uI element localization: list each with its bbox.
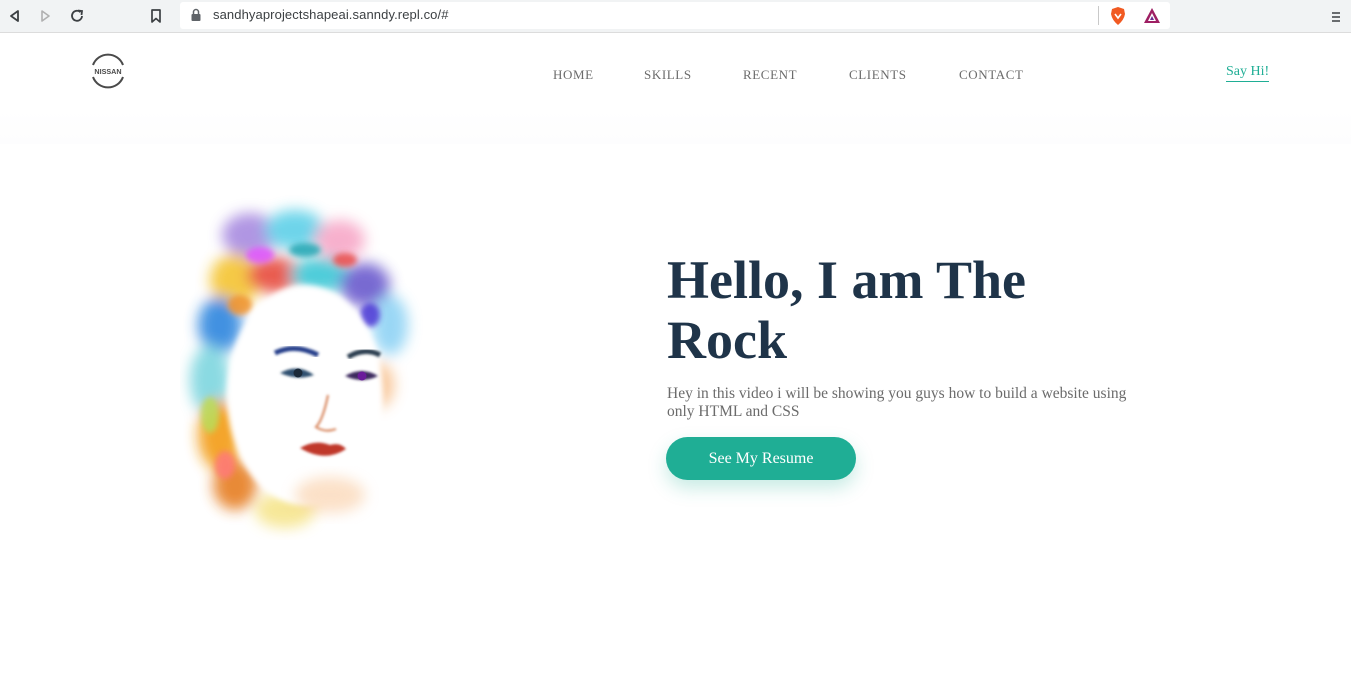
site-header: NISSAN HOME SKILLS RECENT CLIENTS CONTAC… bbox=[0, 34, 1351, 144]
menu-icon[interactable] bbox=[1325, 6, 1347, 28]
back-icon[interactable] bbox=[4, 5, 26, 27]
forward-icon[interactable] bbox=[34, 5, 56, 27]
hero-title: Hello, I am The Rock bbox=[667, 250, 1127, 370]
hero-title-line2: Rock bbox=[667, 310, 787, 370]
lock-icon bbox=[190, 8, 202, 27]
nav-clients[interactable]: CLIENTS bbox=[849, 67, 907, 83]
see-my-resume-button[interactable]: See My Resume bbox=[666, 437, 856, 480]
reload-icon[interactable] bbox=[66, 5, 88, 27]
logo[interactable]: NISSAN bbox=[86, 52, 130, 90]
hero-subtitle: Hey in this video i will be showing you … bbox=[667, 385, 1127, 420]
brave-rewards-icon[interactable] bbox=[1143, 7, 1161, 29]
address-bar[interactable]: sandhyaprojectshapeai.sanndy.repl.co/# bbox=[180, 2, 1170, 29]
say-hi-link[interactable]: Say Hi! bbox=[1226, 64, 1270, 82]
logo-text: NISSAN bbox=[94, 67, 121, 76]
brave-shield-icon[interactable] bbox=[1109, 6, 1127, 31]
browser-toolbar: sandhyaprojectshapeai.sanndy.repl.co/# bbox=[0, 0, 1351, 33]
address-separator bbox=[1098, 6, 1099, 25]
nav-recent[interactable]: RECENT bbox=[743, 67, 797, 83]
url-text: sandhyaprojectshapeai.sanndy.repl.co/# bbox=[213, 7, 449, 22]
nav-skills[interactable]: SKILLS bbox=[644, 67, 692, 83]
hero-title-line1: Hello, I am The bbox=[667, 250, 1027, 310]
nav-contact[interactable]: CONTACT bbox=[959, 67, 1024, 83]
bookmark-icon[interactable] bbox=[145, 5, 167, 27]
hero-portrait bbox=[180, 195, 425, 540]
nav-home[interactable]: HOME bbox=[553, 67, 594, 83]
